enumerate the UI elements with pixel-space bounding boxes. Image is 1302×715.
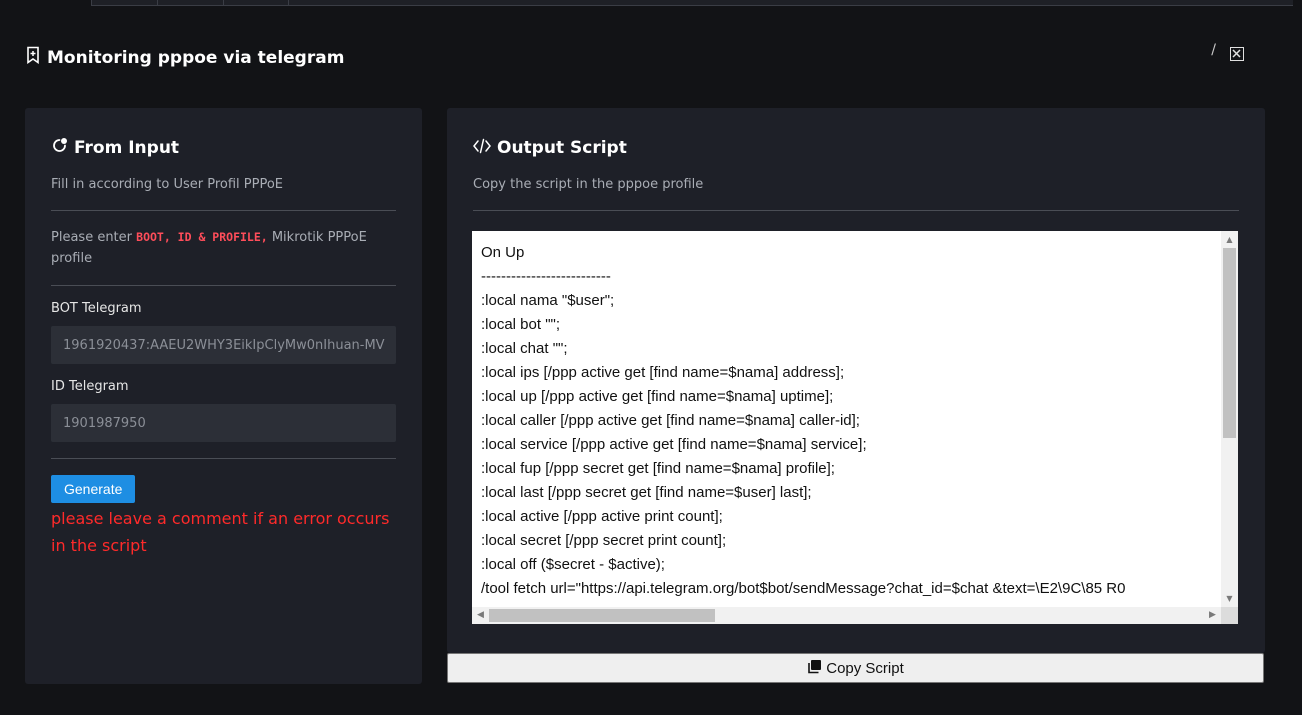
note-code: BOOT, ID & PROFILE, <box>136 230 268 244</box>
refresh-icon <box>51 137 68 159</box>
bot-telegram-input[interactable]: 1961920437:AAEU2WHY3EikIpClyMw0nIhuan-MV <box>51 326 396 364</box>
output-card-subtitle: Copy the script in the pppoe profile <box>473 177 704 192</box>
scroll-up-icon[interactable]: ▲ <box>1221 231 1238 248</box>
header-actions: / <box>1211 42 1244 62</box>
tab-separator <box>288 0 289 6</box>
form-instructions: Please enter BOOT, ID & PROFILE, Mikroti… <box>51 227 396 269</box>
scroll-right-icon[interactable]: ▶ <box>1204 607 1221 624</box>
copy-icon <box>807 659 822 678</box>
tab-separator <box>91 0 92 6</box>
script-output-textarea[interactable]: On Up -------------------------- :local … <box>472 231 1238 624</box>
bookmark-icon <box>25 46 41 69</box>
divider <box>51 285 396 286</box>
top-tab-bar <box>91 0 1293 6</box>
script-output-text: On Up -------------------------- :local … <box>481 244 1126 597</box>
id-telegram-input[interactable]: 1901987950 <box>51 404 396 442</box>
form-input-card: From Input Fill in according to User Pro… <box>25 108 422 684</box>
tab-separator <box>157 0 158 6</box>
scroll-left-icon[interactable]: ◀ <box>472 607 489 624</box>
header-slash: / <box>1211 42 1216 58</box>
copy-script-button[interactable]: Copy Script <box>447 653 1264 683</box>
output-script-card: Output Script Copy the script in the ppp… <box>447 108 1265 653</box>
form-card-title-text: From Input <box>74 138 180 158</box>
error-message: please leave a comment if an error occur… <box>51 509 390 555</box>
generate-button[interactable]: Generate <box>51 475 136 503</box>
output-card-title-text: Output Script <box>497 138 627 158</box>
vertical-scrollbar[interactable]: ▲ ▼ <box>1221 231 1238 607</box>
divider <box>51 458 396 459</box>
page-title-text: Monitoring pppoe via telegram <box>47 47 345 68</box>
form-card-title: From Input <box>51 136 396 160</box>
page-header: Monitoring pppoe via telegram / <box>25 42 1302 74</box>
id-telegram-label: ID Telegram <box>51 379 129 394</box>
divider <box>51 210 396 211</box>
scroll-down-icon[interactable]: ▼ <box>1221 590 1238 607</box>
page-title: Monitoring pppoe via telegram <box>25 46 344 69</box>
code-icon <box>473 138 491 159</box>
horizontal-scroll-thumb[interactable] <box>489 609 715 622</box>
copy-script-label: Copy Script <box>826 659 904 677</box>
note-prefix: Please enter <box>51 230 132 245</box>
divider <box>473 210 1239 211</box>
scrollbar-corner <box>1221 607 1238 624</box>
form-card-subtitle: Fill in according to User Profil PPPoE <box>51 177 284 192</box>
horizontal-scrollbar[interactable]: ◀ ▶ <box>472 607 1221 624</box>
bot-telegram-label: BOT Telegram <box>51 301 142 316</box>
tab-separator <box>223 0 224 6</box>
close-icon[interactable] <box>1230 47 1244 61</box>
output-card-title: Output Script <box>473 136 1239 160</box>
vertical-scroll-thumb[interactable] <box>1223 248 1236 438</box>
